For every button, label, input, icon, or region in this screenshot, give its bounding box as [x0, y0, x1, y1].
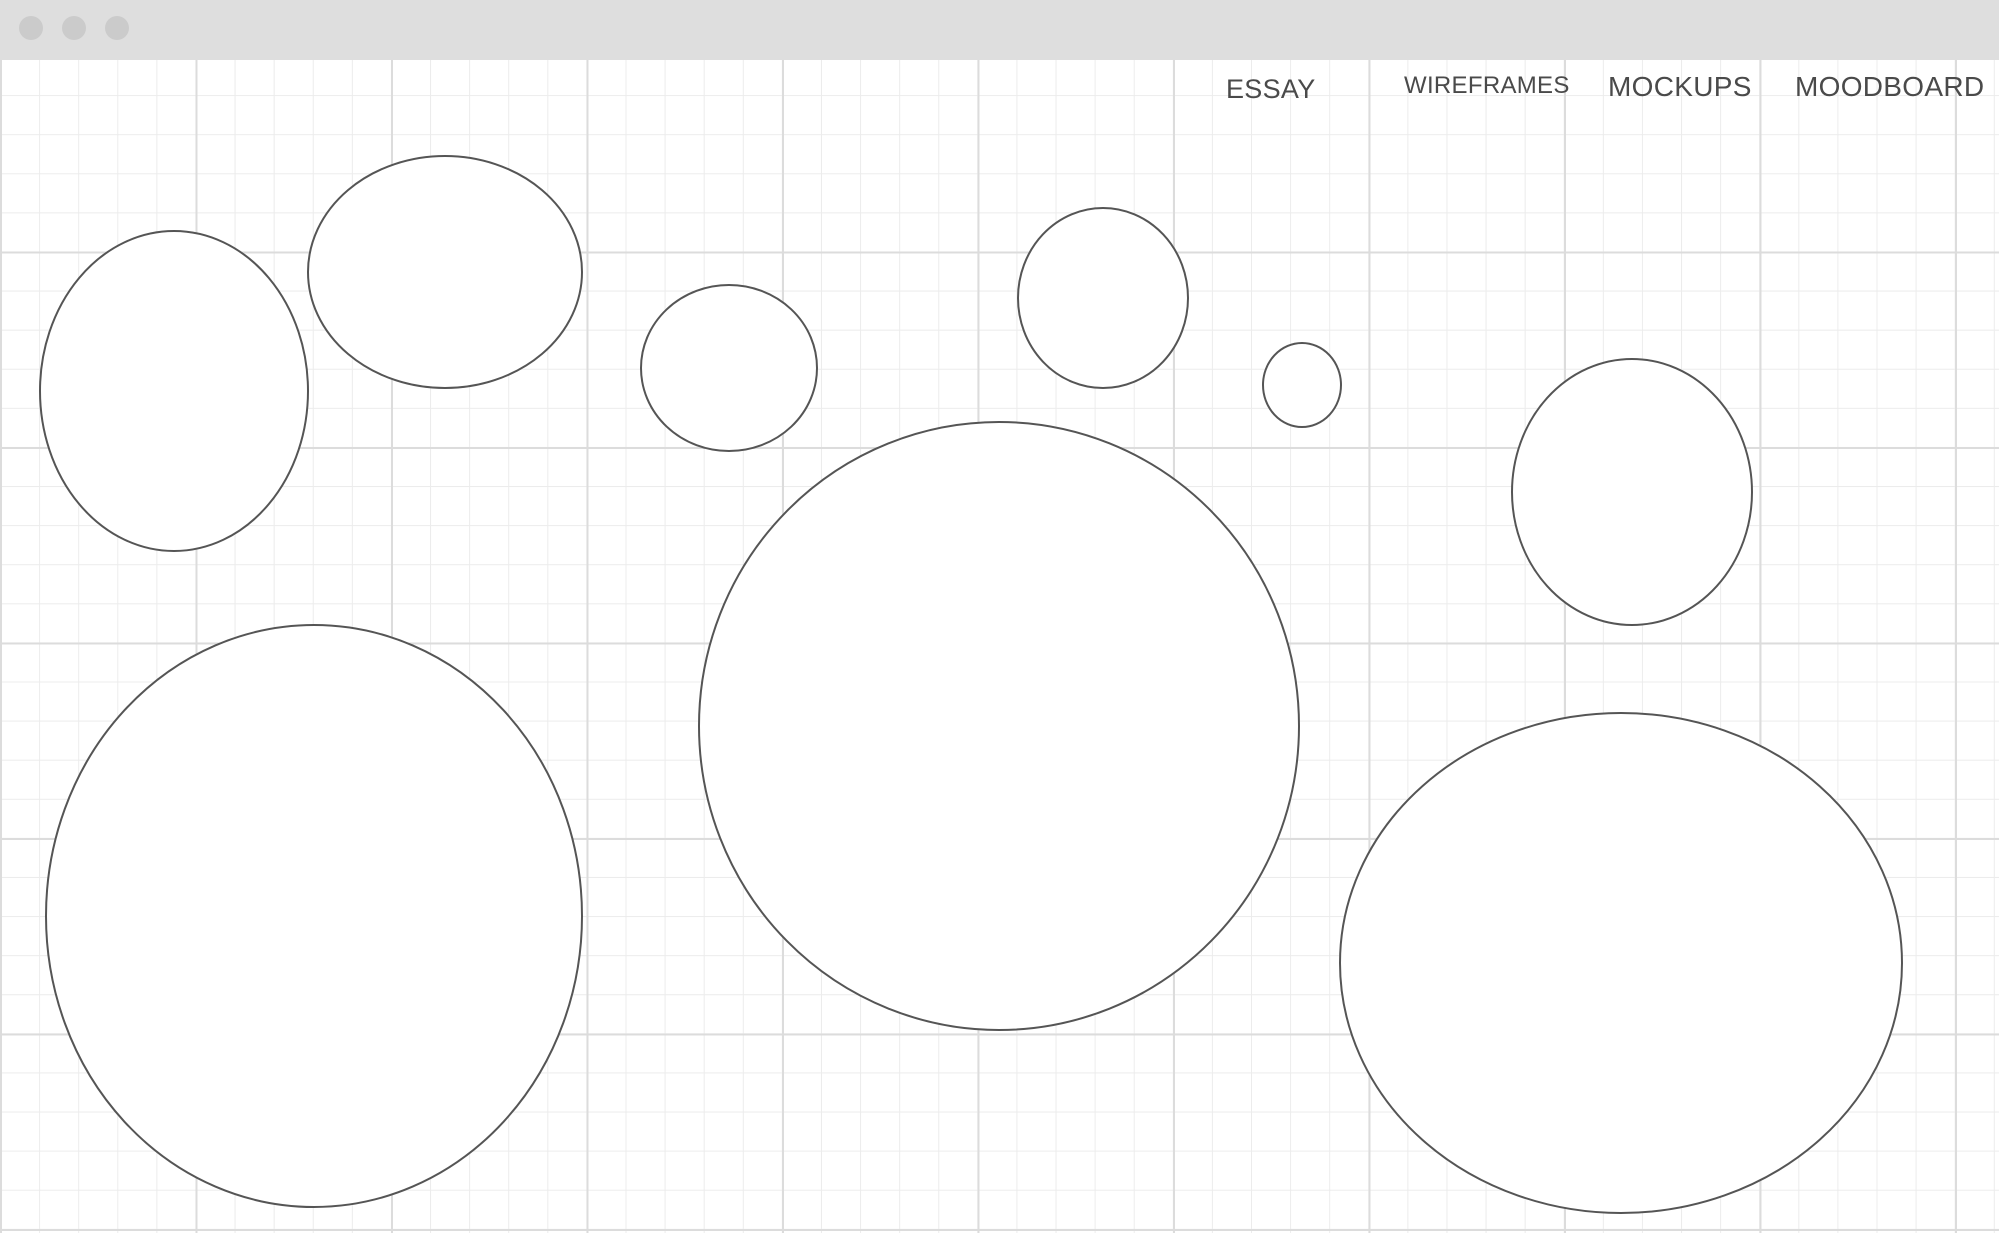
wireframe-ellipse[interactable]: [39, 230, 309, 552]
wireframe-ellipse[interactable]: [1339, 712, 1903, 1214]
wireframe-ellipse[interactable]: [307, 155, 583, 389]
wireframe-ellipse[interactable]: [1511, 358, 1753, 626]
wireframe-bubbles: [39, 155, 1903, 1214]
wireframe-ellipse[interactable]: [1017, 207, 1189, 389]
wireframe-ellipse[interactable]: [698, 421, 1300, 1031]
nav-mockups-link[interactable]: MOCKUPS: [1608, 71, 1752, 103]
wireframe-ellipse[interactable]: [640, 284, 818, 452]
nav-moodboard-link[interactable]: MOODBOARD: [1795, 71, 1984, 103]
browser-window: ESSAY WIREFRAMES MOCKUPS MOODBOARD: [0, 0, 1999, 1233]
nav-wireframes-link[interactable]: WIREFRAMES: [1404, 72, 1570, 100]
wireframe-ellipse[interactable]: [1262, 342, 1342, 428]
nav-essay-link[interactable]: ESSAY: [1226, 74, 1316, 105]
wireframe-ellipse[interactable]: [45, 624, 583, 1208]
